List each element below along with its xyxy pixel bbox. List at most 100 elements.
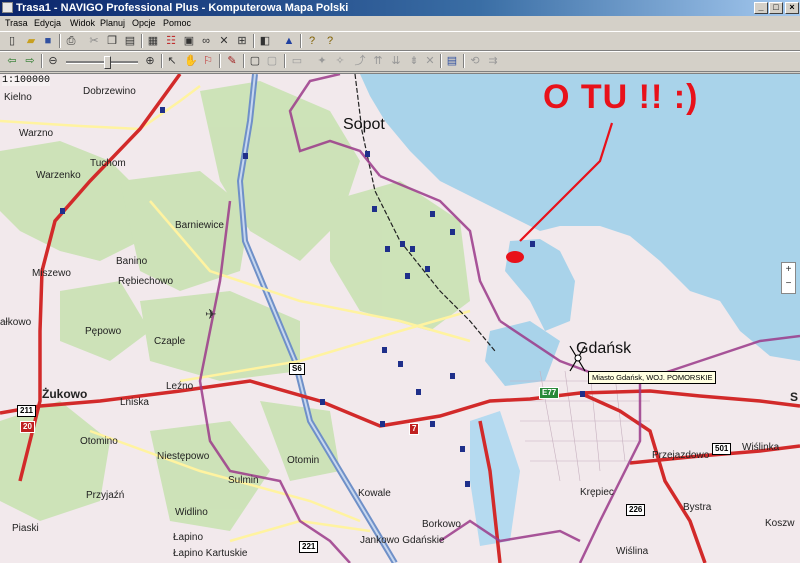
- place-label: Widlino: [175, 507, 208, 518]
- place-label: Łapino Kartuskie: [173, 548, 248, 559]
- app-icon: [2, 2, 13, 13]
- toolbar-main: ▯ ▰ ■ ⎙ ✂ ❐ ▤ ▦ ☷ ▣ ∞ ✕ ⊞ ◧ ▲ ? ?: [0, 31, 800, 51]
- place-label: Warzno: [19, 128, 54, 139]
- route-icon[interactable]: ▦: [147, 35, 159, 47]
- place-label: Leźno: [166, 381, 194, 392]
- list-icon[interactable]: ☷: [165, 35, 177, 47]
- place-label: Otomin: [287, 455, 320, 466]
- zoom-slider[interactable]: [66, 61, 138, 64]
- help-icon[interactable]: ?: [306, 35, 318, 47]
- new-file-icon[interactable]: ▯: [6, 35, 18, 47]
- window-title: Trasa1 - NAVIGO Professional Plus - Komp…: [16, 2, 349, 14]
- place-label: ałkowo: [0, 317, 32, 328]
- maximize-button[interactable]: □: [769, 2, 783, 14]
- map-view[interactable]: ✈ 1:100000 Kielno Dobrzewino Warzno Tuch…: [0, 73, 800, 563]
- place-label: Niestępowo: [157, 451, 210, 462]
- place-label: Przejazdowo: [652, 450, 710, 461]
- map-icon[interactable]: ▣: [183, 35, 195, 47]
- road-number: 20: [20, 421, 35, 433]
- place-label: Przyjaźń: [86, 490, 125, 501]
- road-number: 211: [17, 405, 36, 417]
- place-label: Lniska: [120, 397, 149, 408]
- copy-icon[interactable]: ❐: [106, 35, 118, 47]
- route-sort-icon[interactable]: ⇟: [408, 55, 420, 67]
- map-zoom-control: + −: [781, 262, 796, 294]
- frame-icon[interactable]: ▢: [249, 55, 261, 67]
- menu-pomoc[interactable]: Pomoc: [163, 16, 191, 31]
- recalc-icon[interactable]: ⟲: [469, 55, 481, 67]
- document-icon[interactable]: ▤: [446, 55, 458, 67]
- place-label: Koszw: [765, 518, 795, 529]
- toolbar-map: ⇦ ⇨ ⊖ ⊕ ↖ ✋ ⚐ ✎ ▢ ▢ ▭ ✦ ✧ ⤴ ⇈ ⇊ ⇟ ✕ ▤ ⟲ …: [0, 51, 800, 72]
- title-bar: Trasa1 - NAVIGO Professional Plus - Komp…: [0, 0, 800, 16]
- place-label: Barniewice: [175, 220, 224, 231]
- road-number: 501: [712, 443, 732, 455]
- pointer-icon[interactable]: ↖: [166, 55, 178, 67]
- place-label: Żukowo: [42, 387, 88, 401]
- frame2-icon[interactable]: ▢: [266, 55, 278, 67]
- minimize-button[interactable]: _: [754, 2, 768, 14]
- map-zoom-in-button[interactable]: +: [782, 263, 795, 277]
- route-up-icon[interactable]: ⇈: [372, 55, 384, 67]
- map-zoom-out-button[interactable]: −: [782, 277, 795, 291]
- place-label: Warzenko: [36, 170, 81, 181]
- place-label: Jankowo Gdańskie: [360, 535, 445, 546]
- place-label: S: [790, 390, 799, 404]
- place-label: Kowale: [358, 488, 391, 499]
- hand-pan-icon[interactable]: ✋: [184, 55, 198, 67]
- road-number: 7: [409, 423, 420, 435]
- measure-icon[interactable]: ⚐: [202, 55, 214, 67]
- place-label: Dobrzewino: [83, 86, 136, 97]
- down-point-icon[interactable]: ✧: [334, 55, 346, 67]
- map-tooltip: Miasto Gdańsk, WOJ. POMORSKIE: [588, 371, 717, 384]
- place-label: Gdańsk: [576, 340, 632, 357]
- road-number: E77: [539, 387, 560, 399]
- forward-arrow-icon[interactable]: ⇨: [24, 55, 36, 67]
- place-label: Sopot: [343, 116, 385, 133]
- export-icon[interactable]: ⇉: [487, 55, 499, 67]
- menu-planuj[interactable]: Planuj: [100, 16, 125, 31]
- menu-edycja[interactable]: Edycja: [34, 16, 61, 31]
- route-edit-icon[interactable]: ⤴: [354, 55, 366, 67]
- place-label: Tuchom: [90, 158, 126, 169]
- road-number: 226: [626, 504, 646, 516]
- fullscreen-icon[interactable]: ◧: [259, 35, 271, 47]
- zoom-in-icon[interactable]: ⊕: [144, 55, 156, 67]
- save-icon[interactable]: ■: [42, 35, 54, 47]
- open-folder-icon[interactable]: ▰: [25, 35, 37, 47]
- cross-tool-icon[interactable]: ✕: [218, 35, 230, 47]
- place-label: Łapino: [173, 532, 204, 543]
- comment-icon[interactable]: ▭: [291, 55, 303, 67]
- delete-icon[interactable]: ✕: [424, 55, 436, 67]
- place-label: Piaski: [12, 523, 39, 534]
- place-label: Czaple: [154, 336, 186, 347]
- menu-opcje[interactable]: Opcje: [132, 16, 156, 31]
- back-arrow-icon[interactable]: ⇦: [6, 55, 18, 67]
- place-label: Wiślinka: [742, 442, 780, 453]
- menu-bar: Trasa Edycja Widok Planuj Opcje Pomoc: [0, 16, 800, 31]
- svg-text:✈: ✈: [205, 307, 217, 323]
- zoom-slider-thumb[interactable]: [104, 56, 111, 69]
- place-label: Borkowo: [422, 519, 461, 530]
- place-label: Rębiechowo: [118, 276, 174, 287]
- navigate-arrow-icon[interactable]: ▲: [283, 35, 295, 47]
- place-label: Bystra: [683, 502, 712, 513]
- print-icon[interactable]: ⎙: [65, 35, 77, 47]
- place-label: Wiślina: [616, 546, 649, 557]
- add-point-icon[interactable]: ✦: [316, 55, 328, 67]
- route-down-icon[interactable]: ⇊: [390, 55, 402, 67]
- road-number: 221: [299, 541, 319, 553]
- menu-trasa[interactable]: Trasa: [5, 16, 28, 31]
- context-help-icon[interactable]: ?: [324, 35, 336, 47]
- place-label: Sulmin: [228, 475, 259, 486]
- close-button[interactable]: ×: [785, 2, 799, 14]
- paste-icon[interactable]: ▤: [124, 35, 136, 47]
- binoculars-icon[interactable]: ∞: [200, 35, 212, 47]
- grid-tool-icon[interactable]: ⊞: [236, 35, 248, 47]
- pen-icon[interactable]: ✎: [226, 55, 238, 67]
- road-number: S6: [289, 363, 305, 375]
- map-scale: 1:100000: [2, 75, 51, 86]
- cut-icon[interactable]: ✂: [88, 35, 100, 47]
- menu-widok[interactable]: Widok: [70, 16, 95, 31]
- zoom-out-icon[interactable]: ⊖: [47, 55, 59, 67]
